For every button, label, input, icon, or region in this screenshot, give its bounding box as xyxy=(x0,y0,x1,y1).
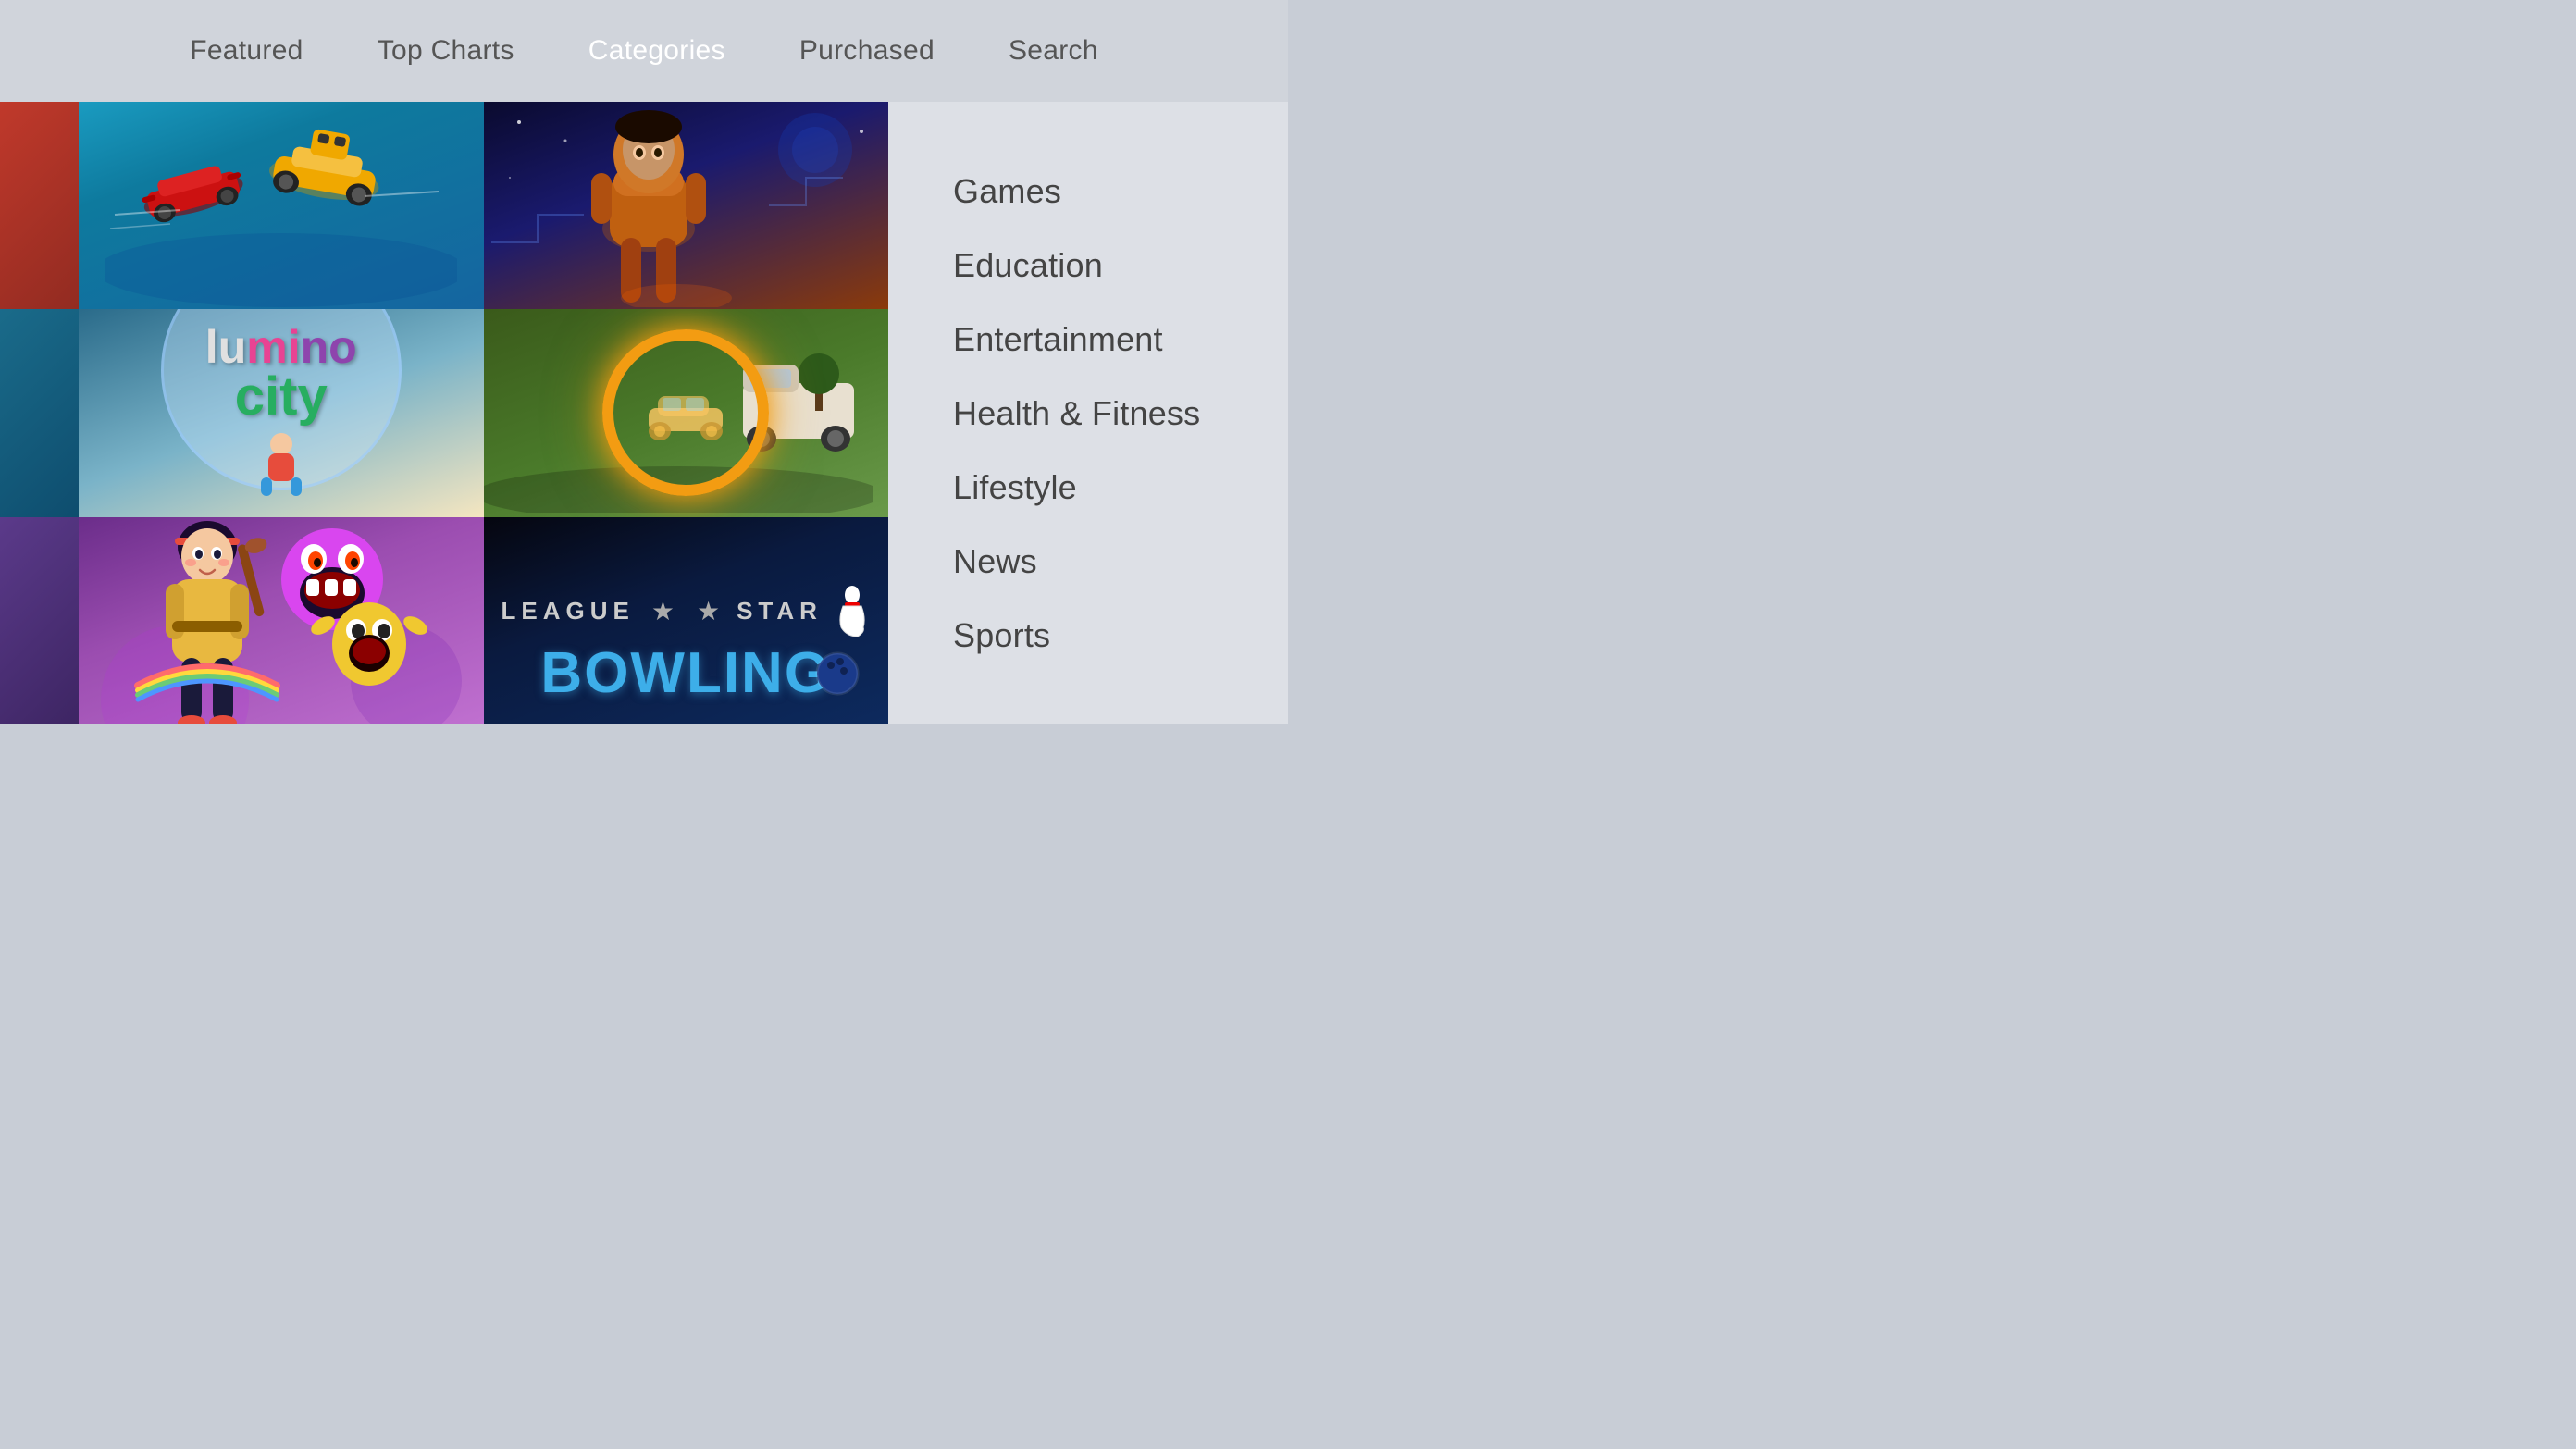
left-strip-top xyxy=(0,102,79,309)
characters-illustration xyxy=(82,517,480,724)
bowling-pin-icon xyxy=(834,586,871,637)
nav-item-categories[interactable]: Categories xyxy=(588,35,725,67)
left-strip-bot xyxy=(0,517,79,724)
category-item-lifestyle[interactable]: Lifestyle xyxy=(953,455,1223,520)
main-content: lumino city xyxy=(0,102,1288,724)
bowling-ball-icon xyxy=(814,650,861,697)
lumino-city-cell[interactable]: lumino city xyxy=(79,309,484,516)
bowling-star-icon-2: ★ xyxy=(697,596,720,626)
bowling-league-text: LEAGUE xyxy=(502,597,635,625)
characters-game-cell[interactable] xyxy=(79,517,484,724)
bowling-star-icon: ★ xyxy=(651,596,675,626)
car-icon xyxy=(639,385,732,440)
app-grid: lumino city xyxy=(0,102,888,724)
left-strip-mid xyxy=(0,309,79,516)
nav-item-purchased[interactable]: Purchased xyxy=(799,35,935,67)
nav-item-featured[interactable]: Featured xyxy=(190,35,303,67)
nav-item-search[interactable]: Search xyxy=(1009,35,1098,67)
bowling-game-cell[interactable]: LEAGUE ★ ★ STAR BOWLING xyxy=(484,517,889,724)
categories-sidebar: Games Education Entertainment Health & Fitn… xyxy=(888,102,1288,724)
category-item-health-fitness[interactable]: Health & Fitness xyxy=(953,381,1223,446)
car-ring-cell[interactable] xyxy=(484,309,889,516)
lumino-illustration: lumino city xyxy=(79,309,484,516)
bowling-logo: LEAGUE ★ ★ STAR BOWLING xyxy=(502,586,871,706)
racing-game-cell[interactable] xyxy=(79,102,484,309)
category-item-news[interactable]: News xyxy=(953,529,1223,594)
category-item-games[interactable]: Games xyxy=(953,159,1223,224)
category-item-education[interactable]: Education xyxy=(953,233,1223,298)
nav-item-top-charts[interactable]: Top Charts xyxy=(378,35,514,67)
scifi-game-cell[interactable] xyxy=(484,102,889,309)
navigation-bar: Featured Top Charts Categories Purchased Sea… xyxy=(0,0,1288,102)
bowling-league-text-2: STAR xyxy=(737,597,823,625)
racing-illustration xyxy=(105,104,457,307)
category-item-entertainment[interactable]: Entertainment xyxy=(953,307,1223,372)
category-item-sports[interactable]: Sports xyxy=(953,603,1223,668)
scifi-illustration xyxy=(491,104,880,307)
car-ring-illustration xyxy=(484,309,889,516)
